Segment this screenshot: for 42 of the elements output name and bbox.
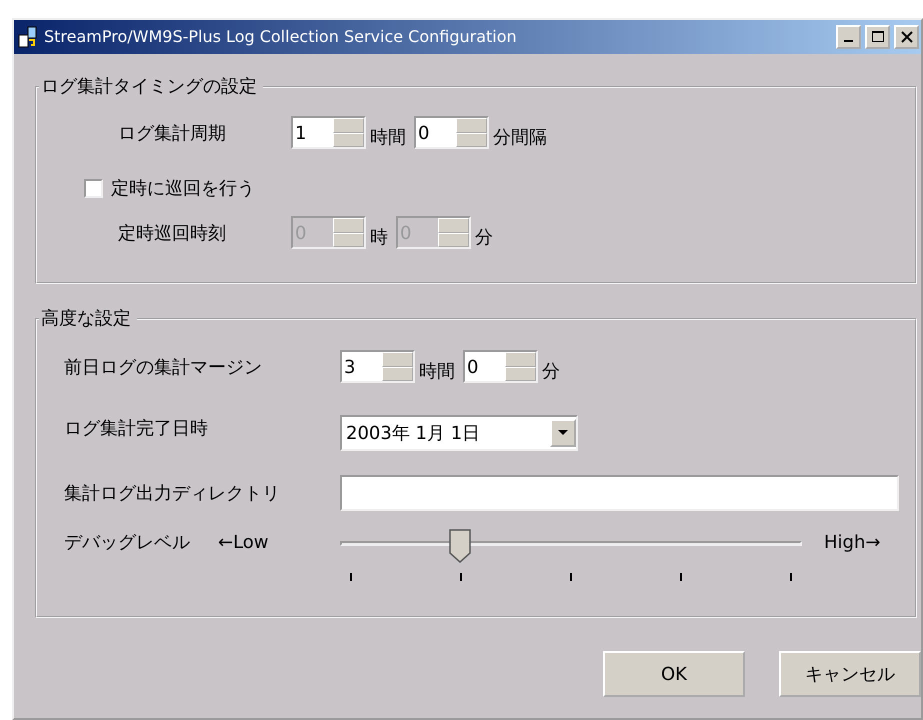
tick-mark xyxy=(790,573,792,581)
group-title: 高度な設定 xyxy=(40,310,132,328)
field-label: 前日ログの集計マージン xyxy=(64,356,263,380)
unit-label: 分間隔 xyxy=(493,126,547,150)
spin-box[interactable]: 1 xyxy=(291,116,366,149)
dialog-button[interactable]: OK xyxy=(603,651,745,697)
spin-box[interactable]: 0 xyxy=(463,350,538,383)
window-title: StreamPro/WM9S-Plus Log Collection Service Configuration xyxy=(44,26,518,48)
unit-label: 分 xyxy=(475,226,493,250)
field-label: ログ集計周期 xyxy=(118,122,227,146)
close-icon xyxy=(900,30,914,44)
field-label: ログ集計完了日時 xyxy=(64,417,209,441)
unit-label: 分 xyxy=(542,360,560,384)
high-label: High→ xyxy=(824,531,880,555)
dropdown-button[interactable] xyxy=(550,419,576,447)
minimize-icon xyxy=(844,40,853,42)
date-picker[interactable]: 2003年 1月 1日 xyxy=(340,415,578,451)
field-label: 集計ログ出力ディレクトリ xyxy=(64,482,281,506)
low-label: ←Low xyxy=(218,531,270,555)
minimize-button[interactable] xyxy=(836,25,861,49)
close-button[interactable] xyxy=(894,25,919,49)
unit-label: 時間 xyxy=(419,360,455,384)
field-label: デバッグレベル xyxy=(64,531,191,555)
tick-mark xyxy=(350,573,352,581)
maximize-icon xyxy=(870,30,884,44)
slider-track[interactable] xyxy=(340,541,802,546)
field-label: 定時巡回時刻 xyxy=(118,222,227,246)
unit-label: 時間 xyxy=(370,126,406,150)
caret-icon xyxy=(558,430,568,436)
slider-thumb[interactable] xyxy=(449,529,471,563)
spin-box[interactable]: 0 xyxy=(414,116,489,149)
dialog-button[interactable]: キャンセル xyxy=(779,651,921,697)
spin-box[interactable]: 3 xyxy=(340,350,415,383)
tick-mark xyxy=(570,573,572,581)
checkbox-label: 定時に巡回を行う xyxy=(111,177,255,201)
unit-label: 時 xyxy=(370,226,388,250)
directory-field[interactable] xyxy=(340,475,899,511)
checkbox[interactable] xyxy=(84,179,103,198)
maximize-button[interactable] xyxy=(865,25,890,49)
group-title: ログ集計タイミングの設定 xyxy=(40,78,258,96)
tick-mark xyxy=(680,573,682,581)
tick-mark xyxy=(460,573,462,581)
